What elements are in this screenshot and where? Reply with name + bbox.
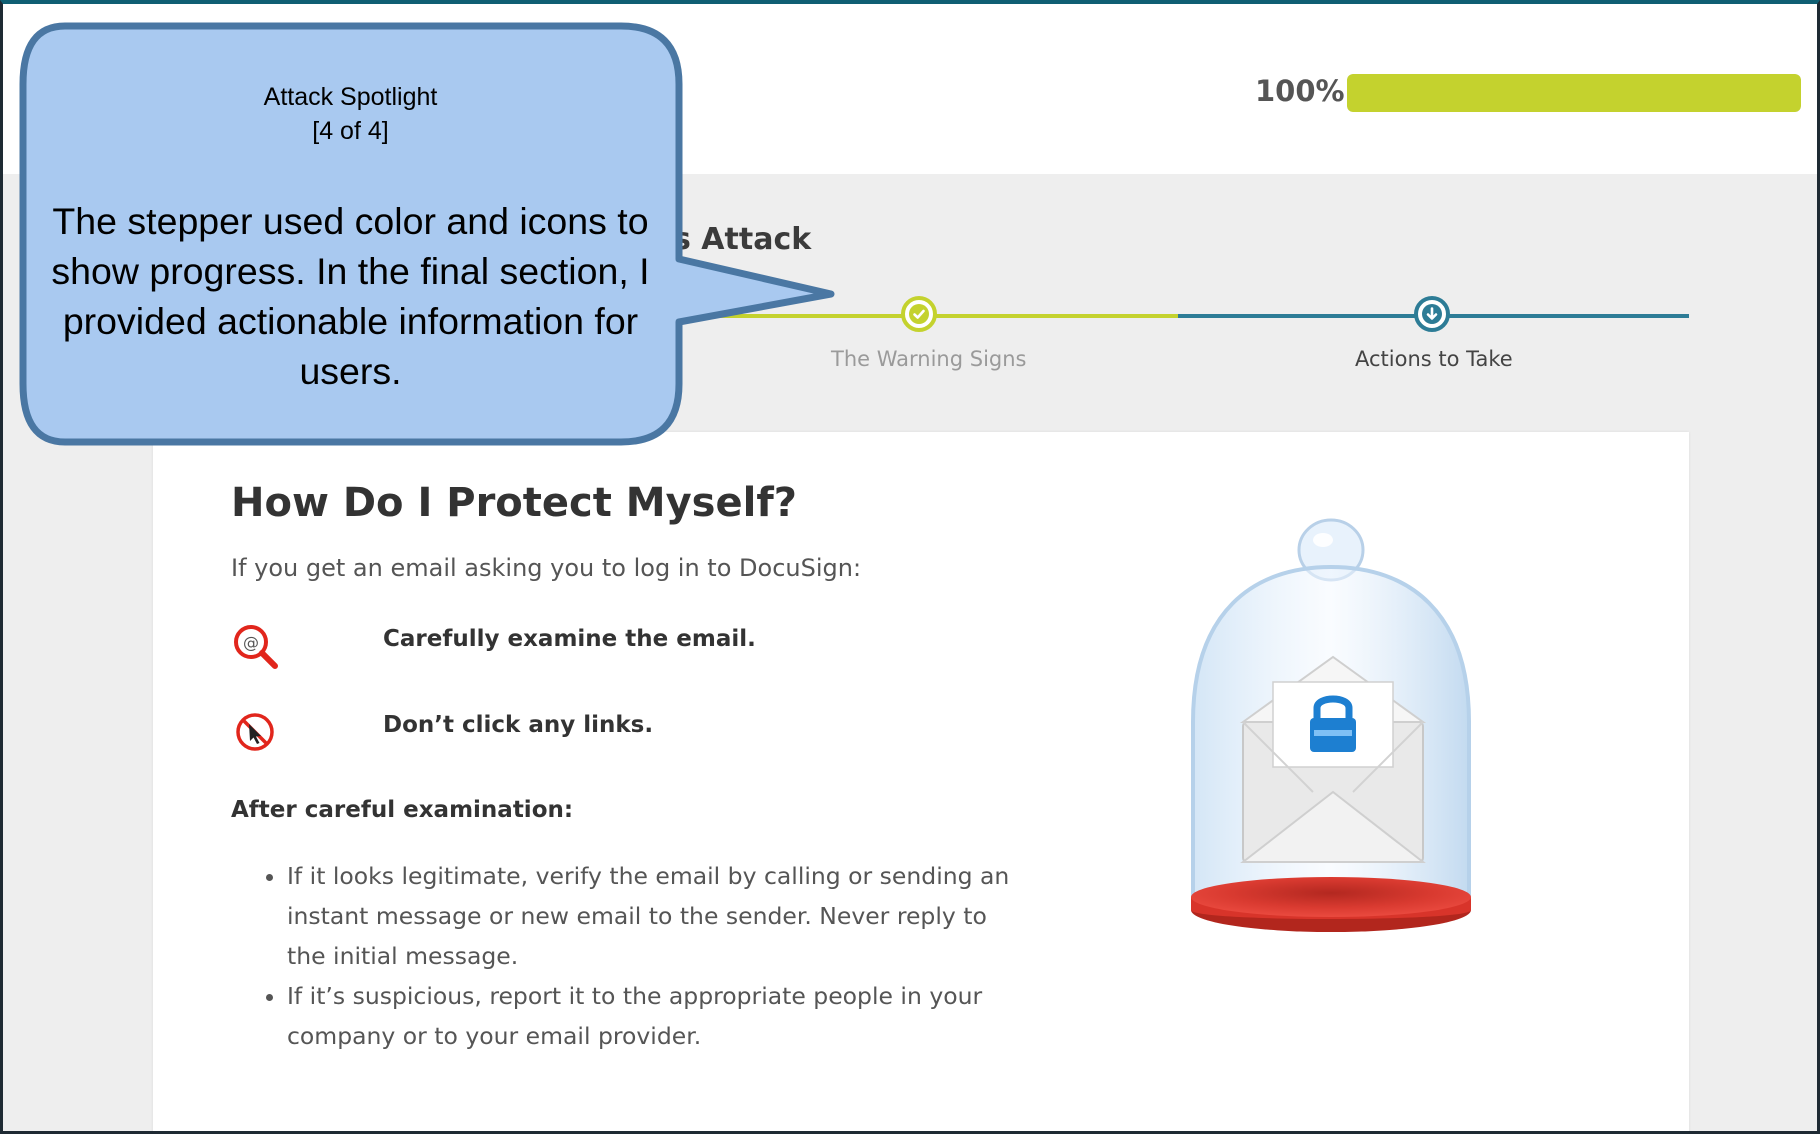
callout-title: Attack Spotlight	[263, 83, 438, 111]
step-actions-label[interactable]: Actions to Take	[1355, 347, 1513, 371]
progress-bar	[1347, 74, 1801, 112]
progress-percent: 100%	[1255, 74, 1345, 108]
tip-item: Don’t click any links.	[231, 708, 931, 768]
list-item: If it looks legitimate, verify the email…	[287, 856, 1027, 976]
tip-text: Carefully examine the email.	[383, 626, 756, 652]
after-examination-label: After careful examination:	[231, 797, 574, 823]
arrow-down-icon	[1422, 304, 1442, 324]
app-frame: 100% s Attack The Warning Signs Actions …	[0, 0, 1820, 1134]
content-card: How Do I Protect Myself? If you get an e…	[153, 432, 1689, 1131]
email-magnifier-icon: @	[234, 625, 278, 669]
tip-item: @ Carefully examine the email.	[231, 622, 931, 682]
advice-list: If it looks legitimate, verify the email…	[245, 856, 1027, 1056]
list-item: If it’s suspicious, report it to the app…	[287, 976, 1027, 1056]
no-click-icon	[236, 713, 274, 751]
intro-text: If you get an email asking you to log in…	[231, 554, 862, 582]
check-icon	[909, 304, 929, 324]
section-heading: How Do I Protect Myself?	[231, 480, 797, 526]
callout-counter: [4 of 4]	[312, 117, 389, 145]
callout-body: The stepper used color and icons to show…	[51, 200, 650, 392]
locked-envelope-illustration	[1191, 518, 1471, 932]
svg-text:@: @	[243, 633, 259, 652]
progress-fill	[1347, 74, 1801, 112]
tip-text: Don’t click any links.	[383, 712, 654, 738]
step-actions-node[interactable]	[1414, 296, 1450, 332]
step-warning-signs-node[interactable]	[901, 296, 937, 332]
